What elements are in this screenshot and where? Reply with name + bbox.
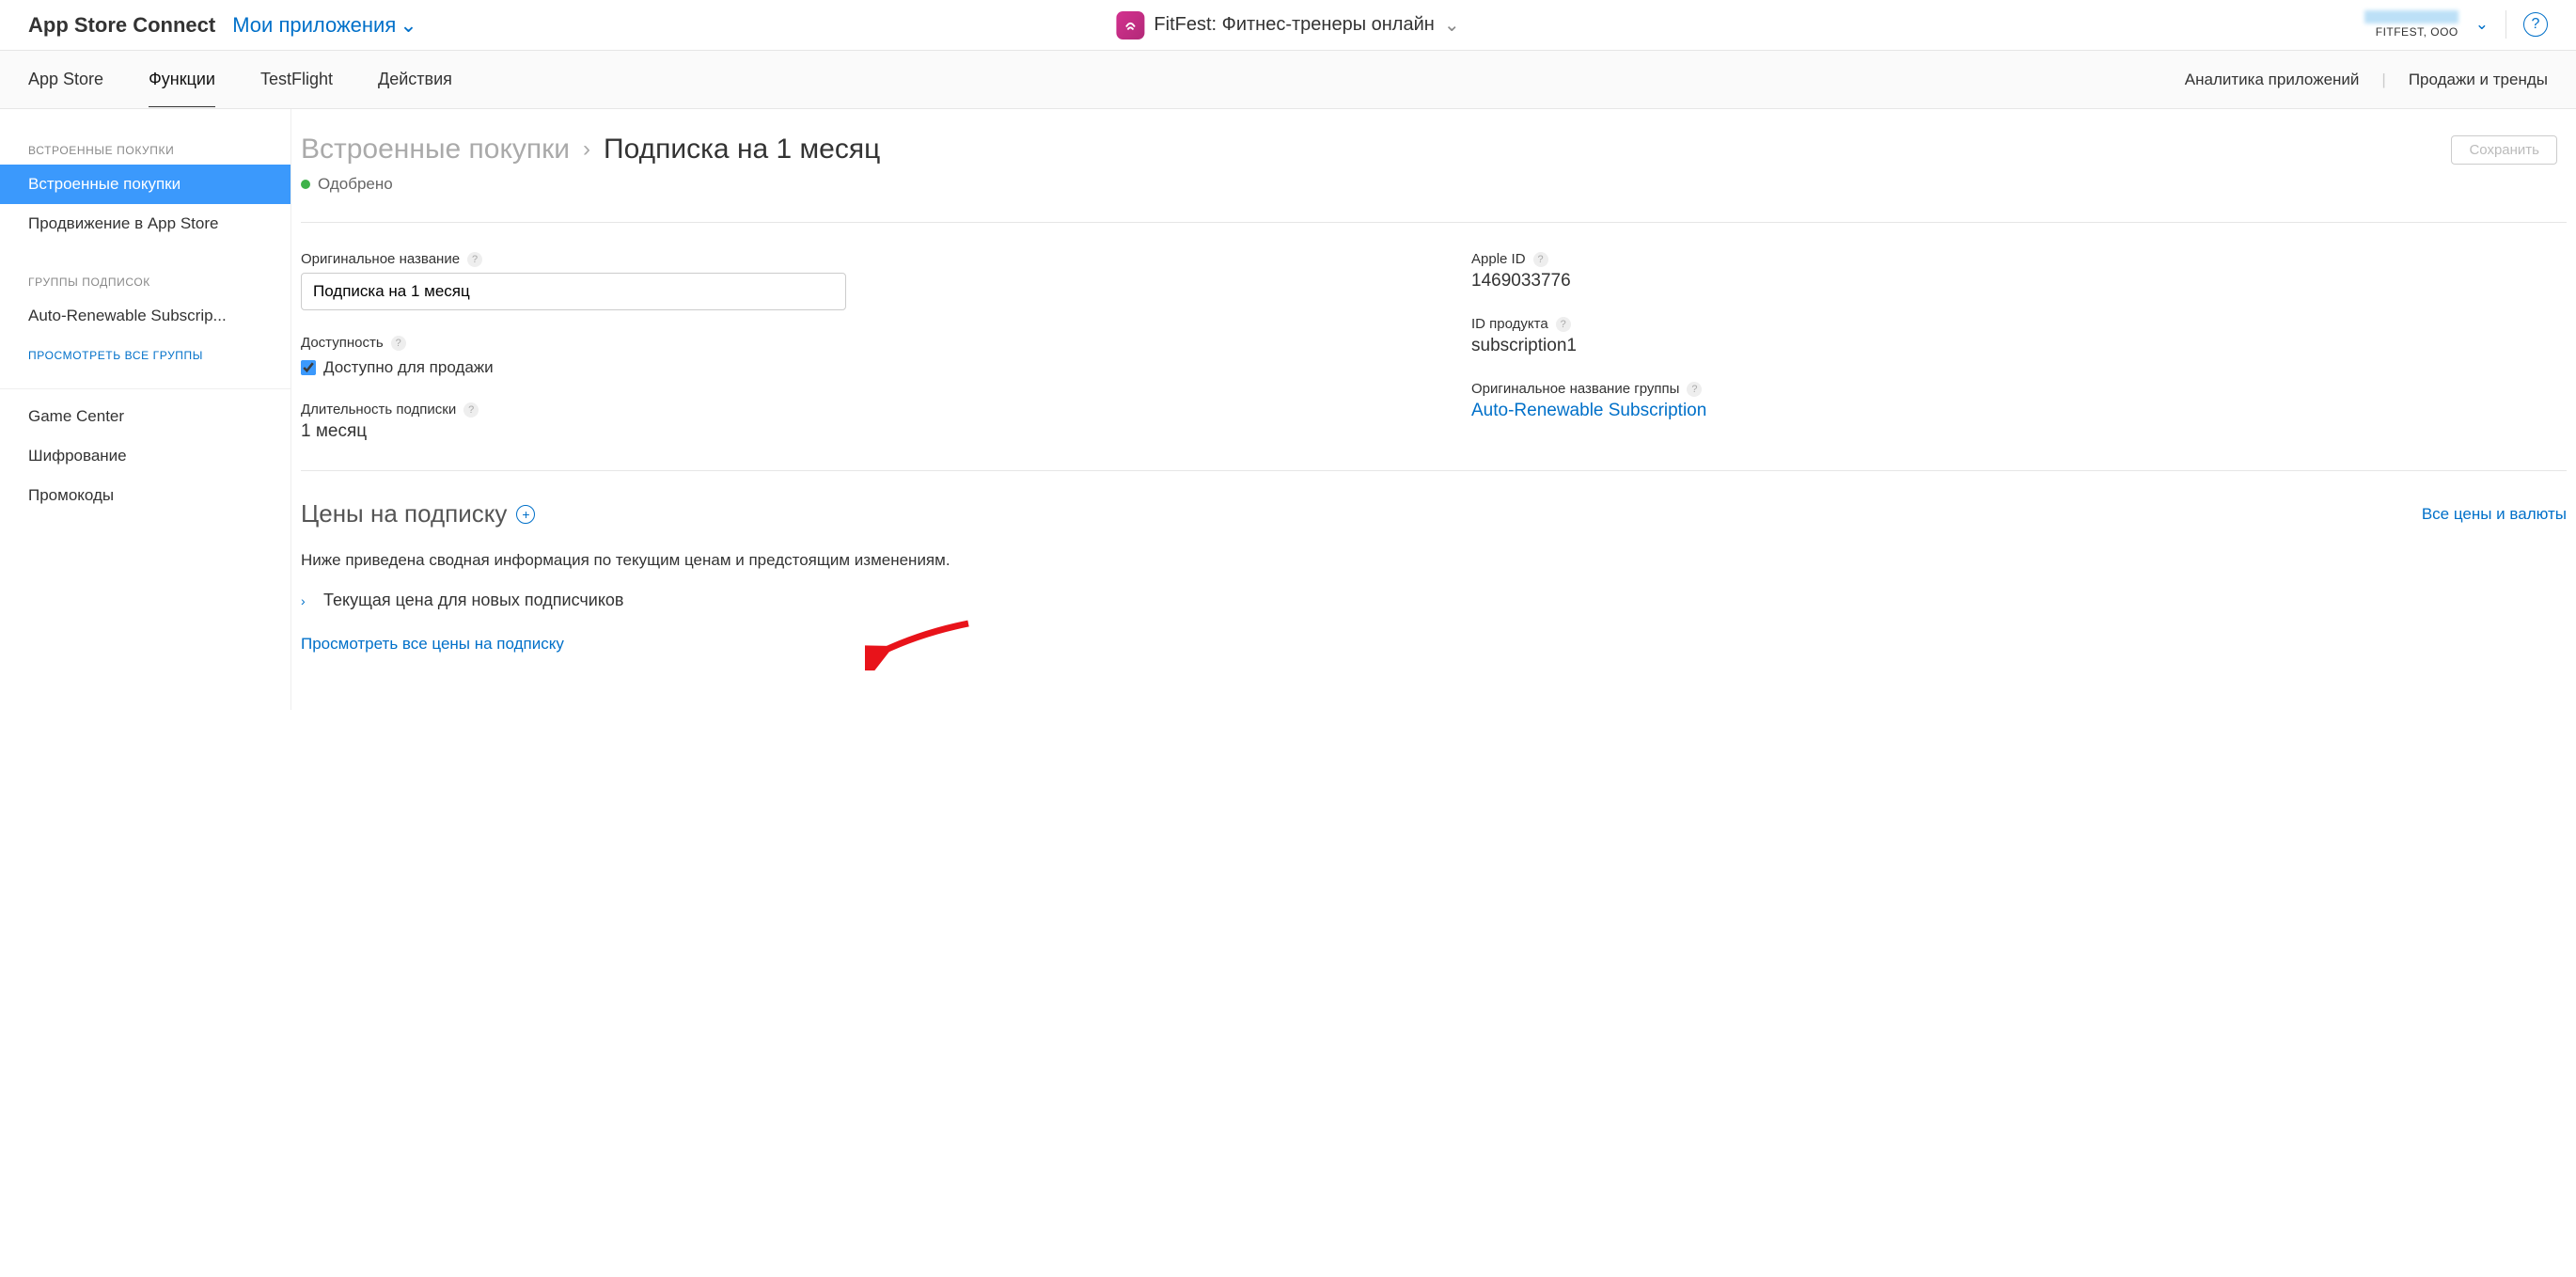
link-sales-trends[interactable]: Продажи и тренды — [2409, 71, 2548, 89]
breadcrumb: Встроенные покупки › Подписка на 1 месяц — [301, 134, 880, 166]
label-product-id: ID продукта — [1471, 316, 1548, 332]
help-icon[interactable]: ? — [1687, 382, 1702, 397]
help-icon[interactable]: ? — [463, 402, 479, 418]
chevron-right-icon: › — [583, 136, 590, 163]
label-duration: Длительность подписки — [301, 402, 456, 418]
sidebar-section-groups: ГРУППЫ ПОДПИСОК — [0, 264, 291, 296]
help-icon[interactable]: ? — [391, 336, 406, 351]
value-duration: 1 месяц — [301, 421, 1396, 442]
help-icon[interactable]: ? — [1533, 252, 1548, 267]
help-icon[interactable]: ? — [2523, 12, 2548, 37]
label-original-name: Оригинальное название — [301, 251, 460, 267]
status-dot-icon — [301, 180, 310, 189]
chevron-down-icon[interactable]: ⌄ — [2475, 15, 2489, 34]
sidebar-item-subscription-group[interactable]: Auto-Renewable Subscrip... — [0, 296, 291, 336]
link-group-name[interactable]: Auto-Renewable Subscription — [1471, 401, 1706, 421]
link-app-analytics[interactable]: Аналитика приложений — [2185, 71, 2360, 89]
app-name: FitFest: Фитнес-тренеры онлайн — [1154, 14, 1434, 36]
tab-testflight[interactable]: TestFlight — [260, 53, 333, 106]
horizontal-rule — [301, 470, 2567, 471]
vertical-divider: | — [2381, 71, 2385, 89]
help-icon[interactable]: ? — [1556, 317, 1571, 332]
sidebar-item-promocodes[interactable]: Промокоды — [0, 476, 291, 515]
disclosure-current-price[interactable]: › Текущая цена для новых подписчиков — [301, 591, 2567, 610]
account-org: FITFEST, OOO — [2364, 25, 2458, 39]
brand-title: App Store Connect — [28, 13, 215, 38]
save-button[interactable]: Сохранить — [2451, 135, 2557, 165]
link-all-prices-currencies[interactable]: Все цены и валюты — [2422, 505, 2567, 524]
chevron-right-icon: › — [301, 593, 314, 608]
tab-app-store[interactable]: App Store — [28, 53, 103, 106]
app-selector[interactable]: FitFest: Фитнес-тренеры онлайн ⌄ — [1116, 11, 1459, 39]
breadcrumb-parent[interactable]: Встроенные покупки — [301, 134, 570, 166]
heading-subscription-prices: Цены на подписку — [301, 499, 507, 528]
add-price-icon[interactable]: + — [516, 505, 535, 524]
vertical-divider — [2505, 10, 2506, 39]
chevron-down-icon: ⌄ — [400, 13, 416, 38]
prices-section-description: Ниже приведена сводная информация по тек… — [301, 551, 2567, 570]
status-text: Одобрено — [318, 175, 393, 194]
help-icon[interactable]: ? — [467, 252, 482, 267]
account-menu[interactable]: FITFEST, OOO — [2364, 10, 2458, 39]
chevron-down-icon: ⌄ — [1444, 13, 1460, 37]
checkbox-label: Доступно для продажи — [323, 358, 494, 377]
annotation-arrow-icon — [865, 614, 978, 670]
input-original-name[interactable] — [301, 273, 846, 310]
sidebar-item-encryption[interactable]: Шифрование — [0, 436, 291, 476]
link-view-all-subscription-prices[interactable]: Просмотреть все цены на подписку — [301, 635, 564, 653]
tab-activity[interactable]: Действия — [378, 53, 452, 106]
value-apple-id: 1469033776 — [1471, 271, 2567, 292]
sidebar-item-promotion[interactable]: Продвижение в App Store — [0, 204, 291, 244]
page-title: Подписка на 1 месяц — [604, 134, 880, 166]
label-group-name: Оригинальное название группы — [1471, 381, 1679, 397]
my-apps-dropdown[interactable]: Мои приложения ⌄ — [232, 13, 416, 38]
disclosure-label: Текущая цена для новых подписчиков — [323, 591, 623, 610]
checkbox-available-for-sale[interactable] — [301, 360, 316, 375]
my-apps-label: Мои приложения — [232, 13, 396, 38]
label-apple-id: Apple ID — [1471, 251, 1526, 267]
label-availability: Доступность — [301, 335, 384, 351]
sidebar-divider — [0, 388, 291, 389]
sidebar-item-iap[interactable]: Встроенные покупки — [0, 165, 291, 204]
sidebar-view-all-groups[interactable]: ПРОСМОТРЕТЬ ВСЕ ГРУППЫ — [0, 336, 291, 375]
sidebar-item-gamecenter[interactable]: Game Center — [0, 397, 291, 436]
horizontal-rule — [301, 222, 2567, 223]
tab-features[interactable]: Функции — [149, 53, 215, 107]
value-product-id: subscription1 — [1471, 336, 2567, 356]
sidebar-section-iap: ВСТРОЕННЫЕ ПОКУПКИ — [0, 133, 291, 165]
account-name-redacted — [2364, 10, 2458, 24]
app-icon — [1116, 11, 1144, 39]
